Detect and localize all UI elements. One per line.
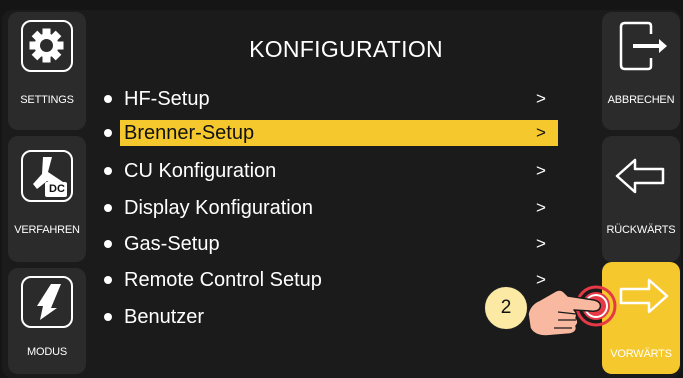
menu-item-hf-setup[interactable]: HF-Setup > (100, 85, 560, 113)
vorwaerts-label: VORWÄRTS (610, 348, 672, 360)
menu-item-cu-konfiguration[interactable]: CU Konfiguration > (100, 157, 560, 185)
menu-item-label: Display Konfiguration (124, 197, 313, 219)
rueckwaerts-label: RÜCKWÄRTS (606, 224, 676, 236)
bullet-icon (104, 313, 112, 321)
settings-label: SETTINGS (20, 94, 74, 106)
bullet-icon (104, 240, 112, 248)
torch-dc-icon: DC (21, 150, 73, 202)
menu-item-label: CU Konfiguration (124, 160, 277, 182)
menu-item-label: Remote Control Setup (124, 269, 322, 291)
verfahren-button[interactable]: DC VERFAHREN (8, 136, 86, 262)
menu-item-display-konfiguration[interactable]: Display Konfiguration > (100, 194, 560, 222)
rueckwaerts-button[interactable]: RÜCKWÄRTS (602, 136, 680, 262)
dc-text: DC (49, 183, 65, 195)
bullet-icon (104, 129, 112, 137)
exit-icon (615, 20, 667, 72)
chevron-right-icon: > (536, 234, 546, 253)
step-number-badge: 2 (484, 286, 528, 330)
modus-label: MODUS (27, 346, 67, 358)
menu-item-label: Gas-Setup (124, 233, 220, 255)
abbrechen-label: ABBRECHEN (607, 94, 675, 106)
abbrechen-button[interactable]: ABBRECHEN (602, 12, 680, 130)
bullet-icon (104, 204, 112, 212)
menu-item-remote-control-setup[interactable]: Remote Control Setup > (100, 266, 560, 294)
page-title: KONFIGURATION (249, 36, 443, 62)
device-screen: SETTINGS DC VERFAHREN MODUS ABBRECHEN RÜ… (0, 0, 683, 378)
arrow-right-icon (615, 270, 669, 322)
bullet-icon (104, 276, 112, 284)
menu-item-gas-setup[interactable]: Gas-Setup > (100, 230, 560, 258)
bullet-icon (104, 167, 112, 175)
verfahren-label: VERFAHREN (14, 224, 80, 236)
chevron-right-icon: > (536, 161, 546, 180)
bullet-icon (104, 95, 112, 103)
menu-item-brenner-setup[interactable]: Brenner-Setup > (100, 119, 560, 147)
menu-item-label: HF-Setup (124, 88, 210, 110)
menu-item-label: Brenner-Setup (124, 122, 255, 144)
gear-icon (21, 20, 73, 72)
modus-button[interactable]: MODUS (8, 268, 86, 374)
settings-button[interactable]: SETTINGS (8, 12, 86, 130)
chevron-right-icon: > (536, 123, 546, 142)
chevron-right-icon: > (536, 89, 546, 108)
press-hand-icon (527, 285, 617, 337)
menu-item-label: Benutzer (124, 306, 205, 328)
chevron-right-icon: > (536, 198, 546, 217)
arrow-left-icon (615, 150, 667, 202)
trigger-icon (21, 276, 73, 328)
